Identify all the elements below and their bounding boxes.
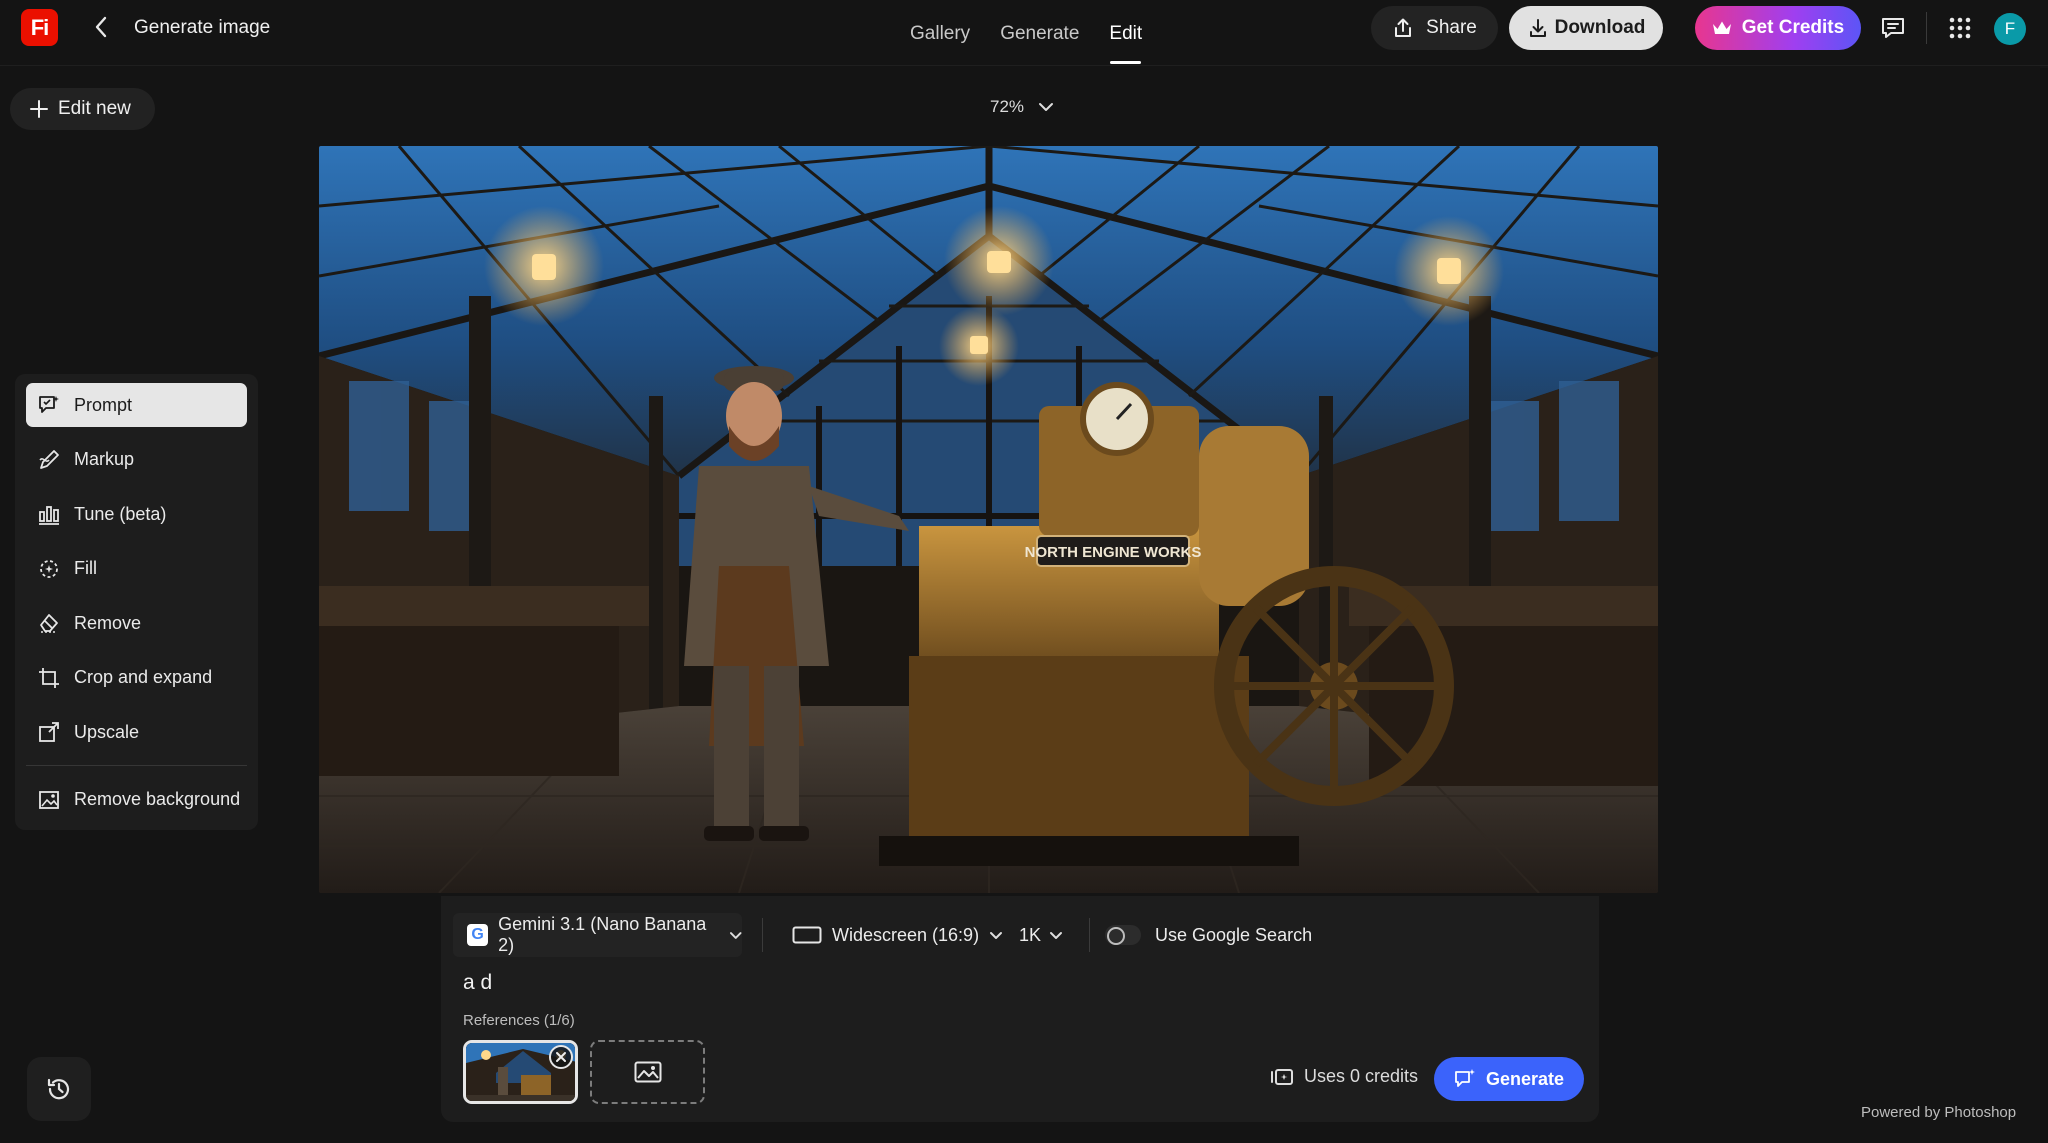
- feedback-button[interactable]: [1879, 14, 1907, 42]
- crown-icon: [1712, 21, 1731, 34]
- share-button[interactable]: Share: [1371, 6, 1498, 50]
- model-label: Gemini 3.1 (Nano Banana 2): [498, 914, 707, 955]
- header-divider: [1926, 12, 1927, 44]
- crop-icon: [36, 665, 62, 691]
- zoom-dropdown[interactable]: 72%: [990, 97, 1054, 117]
- aspect-ratio-dropdown[interactable]: Widescreen (16:9): [792, 913, 1003, 957]
- aspect-ratio-label: Widescreen (16:9): [832, 924, 980, 945]
- resolution-label: 1K: [1019, 924, 1042, 945]
- toggle-switch[interactable]: [1105, 925, 1141, 945]
- tool-fill[interactable]: Fill: [26, 547, 247, 591]
- download-button[interactable]: Download: [1509, 6, 1663, 50]
- tool-remove-background[interactable]: Remove background: [26, 778, 247, 822]
- get-credits-label: Get Credits: [1741, 17, 1845, 38]
- tool-label: Upscale: [74, 721, 140, 742]
- remove-reference-button[interactable]: [549, 1045, 573, 1069]
- share-label: Share: [1426, 17, 1477, 38]
- fill-icon: [36, 556, 62, 582]
- chat-icon: [1882, 18, 1904, 38]
- tool-prompt[interactable]: Prompt: [26, 383, 247, 427]
- panel-divider: [1089, 918, 1090, 952]
- top-bar: Fi Generate image Gallery Generate Edit …: [0, 0, 2048, 66]
- tab-generate[interactable]: Generate: [985, 0, 1094, 66]
- remove-background-icon: [36, 787, 62, 813]
- apps-button[interactable]: [1946, 14, 1974, 42]
- credits-info: Uses 0 credits: [1270, 1066, 1418, 1087]
- edit-new-button[interactable]: Edit new: [10, 88, 155, 130]
- tool-label: Tune (beta): [74, 503, 167, 524]
- tool-upscale[interactable]: Upscale: [26, 710, 247, 754]
- tool-label: Crop and expand: [74, 667, 213, 687]
- scrollbar[interactable]: [2040, 68, 2048, 1143]
- tool-crop[interactable]: Crop and expand: [26, 656, 247, 700]
- upscale-icon: [36, 719, 62, 745]
- credits-label: Uses 0 credits: [1304, 1066, 1419, 1086]
- prompt-icon: [36, 392, 62, 418]
- tool-label: Remove: [74, 612, 142, 633]
- markup-icon: [36, 447, 62, 473]
- chevron-down-icon: [990, 931, 1003, 939]
- canvas-image[interactable]: NORTH ENGINE WORKS: [319, 146, 1658, 893]
- page-title: Generate image: [134, 17, 271, 38]
- google-search-label: Use Google Search: [1155, 924, 1313, 945]
- tool-label: Prompt: [74, 394, 133, 415]
- tool-panel: Prompt Markup Tune (beta) Fill Remove Cr…: [15, 374, 258, 830]
- tab-edit[interactable]: Edit: [1094, 0, 1157, 66]
- add-reference-button[interactable]: [590, 1040, 705, 1104]
- google-search-toggle[interactable]: Use Google Search: [1105, 913, 1312, 957]
- history-icon: [47, 1078, 70, 1100]
- model-dropdown[interactable]: G Gemini 3.1 (Nano Banana 2): [453, 913, 742, 957]
- chevron-down-icon: [729, 931, 742, 939]
- generate-button[interactable]: Generate: [1434, 1057, 1584, 1101]
- back-button[interactable]: [88, 14, 114, 40]
- tool-remove[interactable]: Remove: [26, 601, 247, 645]
- image-add-icon: [634, 1061, 661, 1083]
- history-button[interactable]: [27, 1057, 91, 1121]
- close-icon: [556, 1052, 566, 1062]
- tool-tune[interactable]: Tune (beta): [26, 492, 247, 536]
- firefly-logo[interactable]: Fi: [21, 9, 58, 46]
- remove-icon: [36, 610, 62, 636]
- main-nav: Gallery Generate Edit: [895, 0, 1157, 66]
- tool-label: Remove background: [74, 789, 241, 809]
- download-label: Download: [1554, 17, 1646, 38]
- generate-icon: [1455, 1069, 1475, 1087]
- get-credits-button[interactable]: Get Credits: [1695, 6, 1861, 50]
- google-logo-icon: G: [467, 924, 489, 946]
- chevron-down-icon: [1039, 103, 1054, 111]
- powered-by-label: Powered by Photoshop: [1861, 1104, 2017, 1121]
- nameplate-text: NORTH ENGINE WORKS: [1025, 544, 1202, 561]
- references-label: References (1/6): [463, 1012, 575, 1029]
- tool-label: Fill: [74, 558, 97, 578]
- avatar[interactable]: F: [1994, 13, 2026, 45]
- apps-grid-icon: [1949, 17, 1971, 39]
- widescreen-icon: [792, 926, 822, 944]
- tune-icon: [36, 501, 62, 527]
- panel-divider: [762, 918, 763, 952]
- tool-markup[interactable]: Markup: [26, 438, 247, 482]
- chevron-left-icon: [95, 16, 107, 38]
- download-icon: [1529, 19, 1546, 37]
- tool-label: Markup: [74, 449, 135, 469]
- edit-new-label: Edit new: [58, 98, 131, 119]
- tab-gallery[interactable]: Gallery: [895, 0, 985, 66]
- tool-divider: [26, 764, 247, 766]
- reference-thumbnail[interactable]: [463, 1040, 578, 1104]
- credits-icon: [1271, 1068, 1293, 1085]
- share-icon: [1395, 18, 1412, 37]
- prompt-panel: G Gemini 3.1 (Nano Banana 2) Widescreen …: [441, 896, 1599, 1122]
- workshop-image: NORTH ENGINE WORKS: [319, 146, 1658, 893]
- plus-icon: [30, 100, 48, 118]
- chevron-down-icon: [1050, 931, 1063, 939]
- resolution-dropdown[interactable]: 1K: [1019, 913, 1063, 957]
- prompt-input[interactable]: a d: [463, 971, 492, 995]
- zoom-level: 72%: [990, 97, 1025, 116]
- generate-label: Generate: [1485, 1068, 1565, 1089]
